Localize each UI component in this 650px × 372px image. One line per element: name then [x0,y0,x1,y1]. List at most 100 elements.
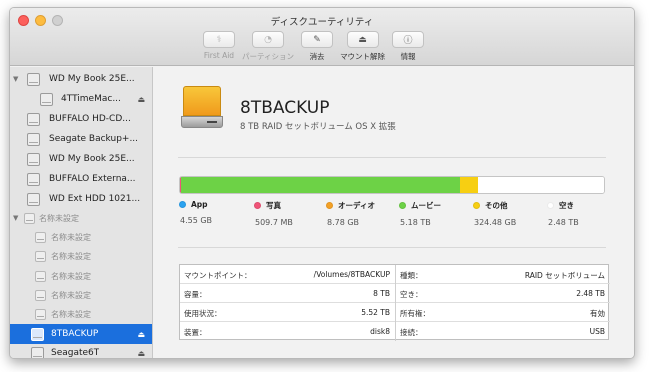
drive-icon [27,112,40,126]
sidebar-item[interactable]: 名称未設定 [10,266,152,286]
sidebar-item[interactable]: WD My Book 25E... [10,149,152,169]
info-key: 所有権： [400,309,430,318]
legend-value: 509.7 MB [255,218,293,227]
erase-label: 消去 [309,52,325,61]
info-value: 2.48 TB [576,289,605,298]
legend-item-movies: ムービー 5.18 TB [399,200,441,227]
info-column-left: マウントポイント： /Volumes/8TBACKUP 容量： 8 TB 使用状… [180,265,395,341]
volume-icon [35,231,46,243]
info-key: 種類： [400,271,423,280]
legend-label: ムービー [411,201,441,210]
info-label: 情報 [400,52,416,61]
sidebar-item[interactable]: WD Ext HDD 1021... [10,189,152,209]
disk-utility-window: ディスクユーティリティ ⚕ First Aid ◔ パーティション ✎ 消去 ⏏… [9,7,635,359]
legend-value: 324.48 GB [474,218,517,227]
app-color-dot [179,201,186,208]
unmount-label: マウント解除 [340,52,386,61]
main-panel: 8TBACKUP 8 TB RAID セットボリューム OS X 拡張 App … [154,67,634,358]
sidebar-item[interactable]: 4TTimeMac... ⏏ [10,89,152,109]
unmount-button[interactable]: ⏏ マウント解除 [340,31,385,62]
sidebar-item[interactable]: ▼ 名称未設定 [10,208,152,228]
legend-item-photos: 写真 509.7 MB [254,200,293,227]
first-aid-button[interactable]: ⚕ First Aid [203,31,235,62]
info-value: 8 TB [373,289,390,298]
erase-icon: ✎ [313,34,321,45]
info-key: 容量： [184,290,207,299]
volume-icon [35,270,46,282]
first-aid-label: First Aid [203,51,235,60]
legend-item-app: App 4.55 GB [179,200,212,225]
eject-icon[interactable]: ⏏ [137,95,145,104]
drive-icon [27,152,40,166]
drive-icon [27,72,40,86]
sidebar-item[interactable]: 名称未設定 [10,285,152,305]
info-row: 容量： 8 TB [180,284,395,303]
volume-icon [40,92,53,106]
legend-item-other: その他 324.48 GB [473,200,516,227]
photos-color-dot [254,202,261,209]
volume-icon [35,289,46,301]
partition-button[interactable]: ◔ パーティション [242,31,294,62]
usage-segment-3 [181,177,461,193]
title-bar: ディスクユーティリティ ⚕ First Aid ◔ パーティション ✎ 消去 ⏏… [10,8,634,66]
eject-icon[interactable]: ⏏ [137,349,145,358]
info-value: disk8 [370,327,390,336]
unmount-icon: ⏏ [358,34,367,45]
legend-value: 5.18 TB [400,218,431,227]
info-row: 空き： 2.48 TB [396,284,610,303]
info-icon: ⓘ [403,36,413,46]
info-value: 有効 [590,309,605,318]
sidebar-item[interactable]: Seagate6T ⏏ [10,343,152,358]
sidebar-item-label: 4TTimeMac... [61,94,121,104]
legend-value: 2.48 TB [548,218,579,227]
info-key: 装置： [184,328,207,337]
sidebar-item[interactable]: 名称未設定 [10,246,152,266]
drive-icon [27,192,40,206]
stethoscope-icon: ⚕ [216,34,222,45]
sidebar-item[interactable]: BUFFALO HD-CD... [10,109,152,129]
partition-label: パーティション [242,52,295,61]
info-column-right: 種類： RAID セットボリューム 空き： 2.48 TB 所有権： 有効 接続… [395,265,610,341]
legend-item-free: 空き 2.48 TB [547,200,579,227]
drive-icon [27,132,40,146]
legend-item-audio: オーディオ 8.78 GB [326,200,375,227]
info-key: 接続： [400,328,423,337]
sidebar-item[interactable]: BUFFALO Externa... [10,169,152,189]
legend-value: 4.55 GB [180,216,213,225]
info-key: 使用状況： [184,309,222,318]
sidebar-item[interactable]: ▼ WD My Book 25E... [10,69,152,89]
sidebar-item-selected[interactable]: 8TBACKUP ⏏ [10,324,152,344]
sidebar-item-label: Seagate6T [51,348,100,358]
sidebar-item-label: Seagate Backup+... [49,134,139,144]
audio-color-dot [326,202,333,209]
sidebar-item-label: 名称未設定 [51,290,91,300]
sidebar: ▼ WD My Book 25E... 4TTimeMac... ⏏ BUFFA… [10,67,153,358]
erase-button[interactable]: ✎ 消去 [301,31,334,62]
eject-icon[interactable]: ⏏ [137,330,145,339]
disclosure-triangle-icon[interactable]: ▼ [13,214,18,222]
drive-icon [27,172,40,186]
volume-info-table: マウントポイント： /Volumes/8TBACKUP 容量： 8 TB 使用状… [179,264,610,341]
info-value: USB [589,327,605,336]
volume-icon [31,327,44,341]
legend-label: オーディオ [338,201,375,210]
info-key: マウントポイント： [184,271,252,280]
info-row: マウントポイント： /Volumes/8TBACKUP [180,265,395,284]
info-button[interactable]: ⓘ 情報 [392,31,425,62]
legend-label: 空き [559,201,574,210]
info-value: RAID セットボリューム [524,271,605,280]
sidebar-item-label: BUFFALO Externa... [49,174,136,184]
usage-segment-4 [460,177,478,193]
sidebar-item[interactable]: 名称未設定 [10,304,152,324]
usage-bar [179,176,605,194]
legend-label: 写真 [266,201,281,210]
volume-icon [35,250,46,262]
movies-color-dot [399,202,406,209]
usage-segment-5 [477,177,604,193]
disclosure-triangle-icon[interactable]: ▼ [13,75,18,83]
other-color-dot [473,202,480,209]
usage-legend: App 4.55 GB 写真 509.7 MB オーディオ 8.78 GB ムー… [179,200,609,240]
sidebar-item[interactable]: 名称未設定 [10,227,152,247]
sidebar-item[interactable]: Seagate Backup+... [10,129,152,149]
sidebar-item-label: 名称未設定 [51,232,91,242]
